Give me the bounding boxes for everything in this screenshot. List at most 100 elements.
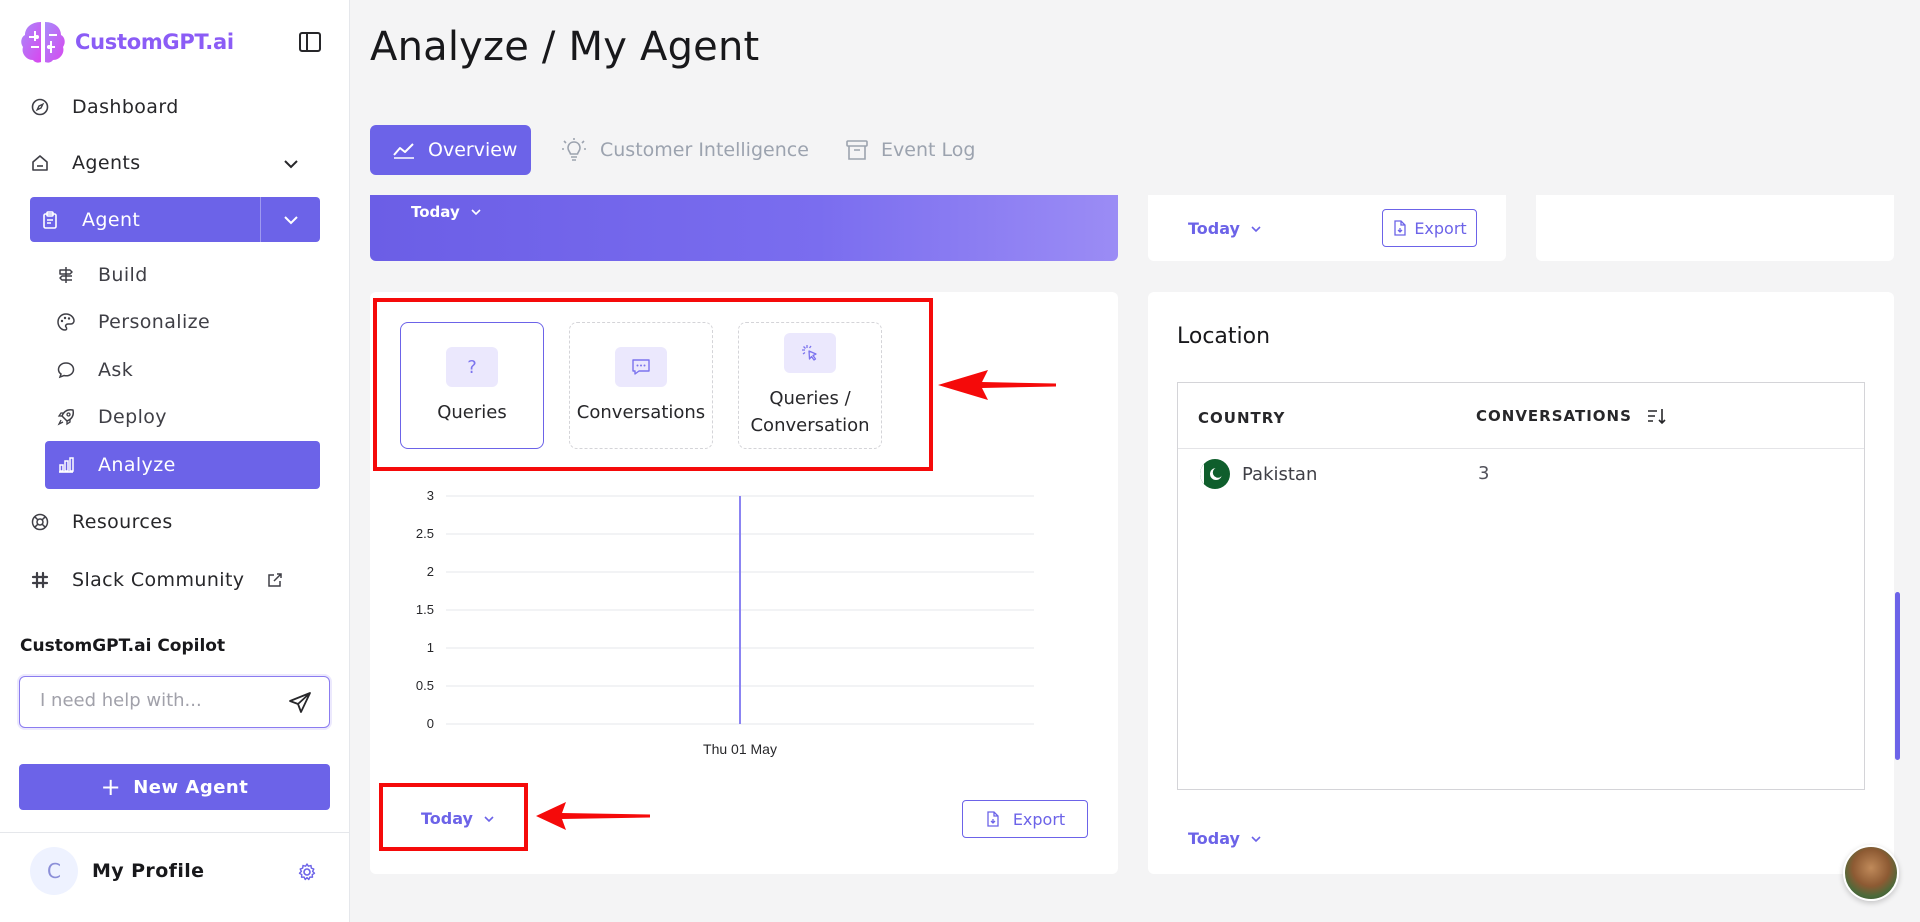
date-range-label: Today bbox=[1188, 829, 1240, 848]
y-tick-label: 2.5 bbox=[416, 526, 434, 541]
home-icon bbox=[32, 155, 48, 171]
sidebar-item-label: Resources bbox=[72, 511, 173, 533]
sidebar-item-deploy[interactable]: Deploy bbox=[56, 406, 167, 428]
line-chart-icon bbox=[393, 143, 414, 159]
sidebar-item-agents[interactable]: Agents bbox=[30, 152, 141, 174]
sidebar-toggle-icon[interactable] bbox=[297, 29, 323, 55]
sidebar-item-build[interactable]: Build bbox=[56, 264, 148, 286]
sidebar-item-ask[interactable]: Ask bbox=[56, 359, 133, 381]
sidebar-item-agent: Agent bbox=[30, 197, 320, 242]
agent-main-button[interactable]: Agent bbox=[30, 197, 261, 242]
summary-card-right bbox=[1536, 195, 1894, 261]
divider bbox=[1178, 448, 1864, 449]
conversations-count: 3 bbox=[1478, 463, 1490, 484]
chevron-down-icon bbox=[471, 209, 481, 216]
plus-icon: + bbox=[100, 773, 122, 801]
avatar: C bbox=[30, 847, 78, 895]
archive-icon bbox=[846, 140, 868, 160]
x-tick-label: Thu 01 May bbox=[703, 741, 777, 757]
table-row: Pakistan bbox=[1200, 459, 1317, 489]
queries-chart: 0 0.5 1 1.5 2 2.5 3 Thu 01 May bbox=[416, 488, 1034, 757]
divider bbox=[0, 832, 350, 833]
country-name: Pakistan bbox=[1242, 463, 1318, 485]
tab-label: Event Log bbox=[881, 139, 976, 161]
chevron-down-icon bbox=[283, 215, 298, 224]
sidebar-item-label: Agent bbox=[82, 208, 141, 231]
brain-logo-icon bbox=[21, 22, 65, 63]
annotation-box-date-dropdown bbox=[379, 783, 528, 851]
location-title: Location bbox=[1177, 324, 1271, 349]
sidebar-item-label: Build bbox=[98, 264, 148, 286]
brand[interactable]: CustomGPT.ai bbox=[19, 19, 234, 65]
lightbulb-icon bbox=[562, 138, 586, 161]
sidebar-item-label: Slack Community bbox=[72, 569, 245, 591]
y-tick-label: 0.5 bbox=[416, 678, 434, 693]
location-table: COUNTRY CONVERSATIONS Pakistan 3 bbox=[1177, 382, 1865, 790]
y-tick-label: 3 bbox=[427, 488, 434, 503]
sidebar-item-personalize[interactable]: Personalize bbox=[56, 311, 210, 333]
signpost-icon bbox=[59, 267, 73, 283]
sidebar-item-dashboard[interactable]: Dashboard bbox=[30, 96, 179, 118]
file-export-icon bbox=[1394, 220, 1406, 236]
sidebar-item-label: Personalize bbox=[98, 311, 211, 333]
new-agent-button[interactable]: + New Agent bbox=[19, 764, 330, 810]
sidebar-item-label: Agents bbox=[72, 152, 141, 174]
column-header-label: CONVERSATIONS bbox=[1476, 407, 1632, 425]
column-header-conversations[interactable]: CONVERSATIONS bbox=[1476, 406, 1668, 426]
clipboard-icon bbox=[43, 210, 57, 229]
new-agent-label: New Agent bbox=[133, 776, 249, 798]
annotation-arrow-icon bbox=[938, 370, 1056, 400]
tab-label: Overview bbox=[428, 139, 518, 161]
sidebar-item-label: Analyze bbox=[98, 454, 176, 476]
export-button[interactable]: Export bbox=[1382, 209, 1477, 247]
purple-summary-card: Today bbox=[370, 195, 1118, 261]
date-range-dropdown[interactable]: Today bbox=[1188, 219, 1262, 238]
support-chat-avatar[interactable] bbox=[1843, 845, 1899, 901]
scrollbar-thumb[interactable] bbox=[1895, 592, 1900, 760]
sidebar-item-analyze[interactable]: Analyze bbox=[45, 441, 320, 489]
agent-dropdown-button[interactable] bbox=[261, 197, 320, 242]
date-range-dropdown[interactable]: Today bbox=[1188, 829, 1262, 848]
profile-link[interactable]: C My Profile bbox=[30, 847, 204, 895]
gear-icon[interactable] bbox=[297, 862, 317, 882]
y-tick-label: 0 bbox=[427, 716, 434, 731]
copilot-input[interactable] bbox=[40, 690, 270, 711]
sidebar-item-label: Dashboard bbox=[72, 96, 179, 118]
sort-icon[interactable] bbox=[1646, 406, 1668, 426]
rocket-icon bbox=[57, 409, 74, 426]
chevron-down-icon bbox=[1251, 835, 1261, 842]
palette-icon bbox=[57, 313, 75, 331]
y-tick-label: 2 bbox=[427, 564, 434, 579]
annotation-box-metric-tiles bbox=[373, 298, 933, 471]
y-tick-label: 1 bbox=[427, 640, 434, 655]
annotation-arrow-icon bbox=[536, 802, 650, 830]
file-export-icon bbox=[987, 811, 999, 827]
profile-name: My Profile bbox=[92, 860, 205, 882]
export-button[interactable]: Export bbox=[962, 800, 1088, 838]
external-link-icon bbox=[268, 573, 283, 587]
chevron-down-icon[interactable] bbox=[280, 153, 302, 175]
date-range-dropdown[interactable]: Today bbox=[411, 203, 482, 221]
bar-chart-icon bbox=[59, 457, 74, 473]
sidebar-item-label: Deploy bbox=[98, 406, 167, 428]
compass-icon bbox=[31, 98, 49, 116]
tab-label: Customer Intelligence bbox=[600, 139, 809, 161]
sidebar-item-resources[interactable]: Resources bbox=[30, 511, 173, 533]
summary-card-middle: Today Export bbox=[1148, 195, 1506, 261]
tab-event-log[interactable]: Event Log bbox=[845, 125, 975, 175]
sidebar-item-label: Ask bbox=[98, 359, 134, 381]
chat-icon bbox=[57, 362, 75, 379]
chevron-down-icon bbox=[1251, 225, 1261, 232]
column-header-country: COUNTRY bbox=[1198, 409, 1286, 427]
copilot-input-box bbox=[19, 676, 330, 728]
tab-overview[interactable]: Overview bbox=[370, 125, 531, 175]
copilot-title: CustomGPT.ai Copilot bbox=[20, 636, 226, 656]
date-range-label: Today bbox=[411, 203, 460, 221]
page-title: Analyze / My Agent bbox=[370, 24, 760, 70]
send-icon[interactable] bbox=[287, 690, 313, 716]
pakistan-flag-icon bbox=[1200, 459, 1230, 489]
brand-name: CustomGPT.ai bbox=[75, 30, 234, 54]
export-label: Export bbox=[1414, 218, 1467, 238]
tab-customer-intelligence[interactable]: Customer Intelligence bbox=[560, 125, 809, 175]
sidebar-item-slack-community[interactable]: Slack Community bbox=[30, 569, 284, 591]
